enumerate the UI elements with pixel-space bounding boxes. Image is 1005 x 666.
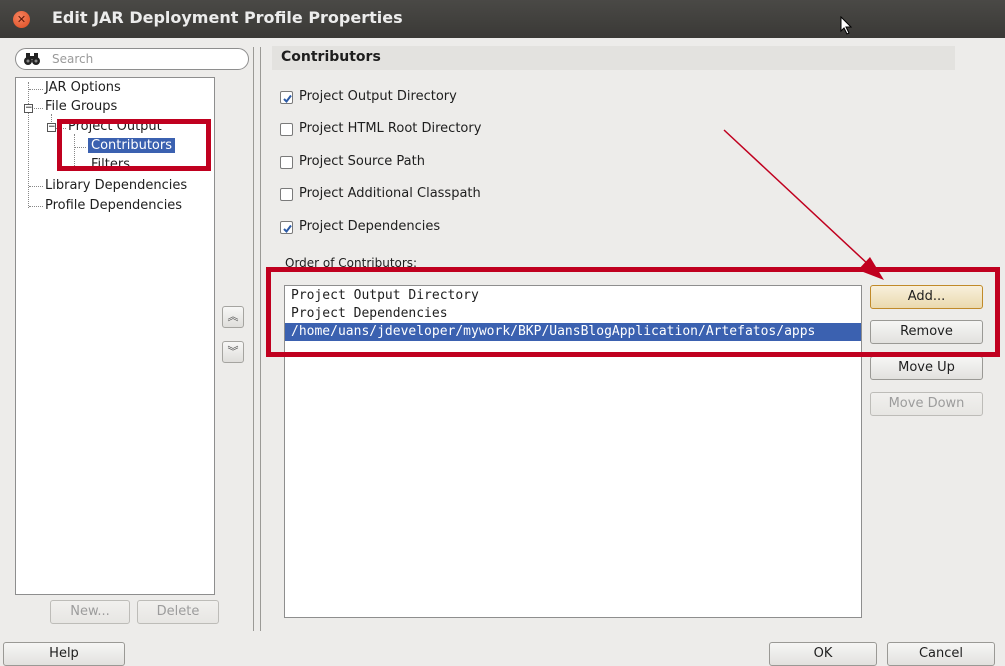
- move-up-button[interactable]: Move Up: [870, 356, 983, 380]
- tree-connector: [29, 89, 43, 90]
- checkbox[interactable]: [280, 156, 293, 169]
- up-arrow-icon[interactable]: ︽: [222, 306, 244, 328]
- tree-item-jar-options[interactable]: JAR Options: [45, 80, 121, 95]
- title-bar: ✕ Edit JAR Deployment Profile Properties: [0, 0, 1005, 38]
- tree-item-file-groups[interactable]: File Groups: [45, 99, 117, 114]
- window-title: Edit JAR Deployment Profile Properties: [52, 8, 403, 27]
- close-icon[interactable]: ✕: [13, 11, 30, 28]
- delete-button[interactable]: Delete: [137, 600, 219, 624]
- checkbox-label: Project Source Path: [299, 154, 425, 169]
- panel-splitter[interactable]: [253, 47, 261, 631]
- help-button[interactable]: Help: [3, 642, 125, 666]
- tree-connector: [29, 206, 43, 207]
- panel-header: Contributors: [272, 46, 955, 70]
- move-down-button[interactable]: Move Down: [870, 392, 983, 416]
- collapse-icon[interactable]: −: [47, 123, 56, 132]
- checkbox[interactable]: [280, 221, 293, 234]
- search-field[interactable]: [15, 48, 249, 70]
- tree-item-profile-dependencies[interactable]: Profile Dependencies: [45, 198, 182, 213]
- binoculars-icon: [24, 53, 40, 65]
- down-arrow-icon[interactable]: ︾: [222, 341, 244, 363]
- search-input[interactable]: [52, 50, 242, 68]
- checkbox-label: Project Output Directory: [299, 89, 457, 104]
- checkbox[interactable]: [280, 123, 293, 136]
- checkmark-icon: [283, 94, 292, 104]
- checkmark-icon: [283, 224, 292, 234]
- tree-connector: [34, 108, 43, 109]
- checkbox[interactable]: [280, 91, 293, 104]
- cancel-button[interactable]: Cancel: [887, 642, 995, 666]
- mouse-cursor-icon: [840, 16, 853, 35]
- highlight-box-tree: [57, 119, 211, 171]
- new-button[interactable]: New...: [50, 600, 130, 624]
- checkbox-label: Project Additional Classpath: [299, 186, 481, 201]
- checkbox-label: Project Dependencies: [299, 219, 441, 234]
- tree-connector: [29, 186, 43, 187]
- tree-connector: [28, 82, 29, 208]
- ok-button[interactable]: OK: [769, 642, 877, 666]
- checkbox[interactable]: [280, 188, 293, 201]
- collapse-icon[interactable]: −: [24, 104, 33, 113]
- tree-item-library-dependencies[interactable]: Library Dependencies: [45, 178, 187, 193]
- page-title: Contributors: [281, 49, 381, 65]
- annotation-arrow: [723, 129, 884, 280]
- checkbox-label: Project HTML Root Directory: [299, 121, 482, 136]
